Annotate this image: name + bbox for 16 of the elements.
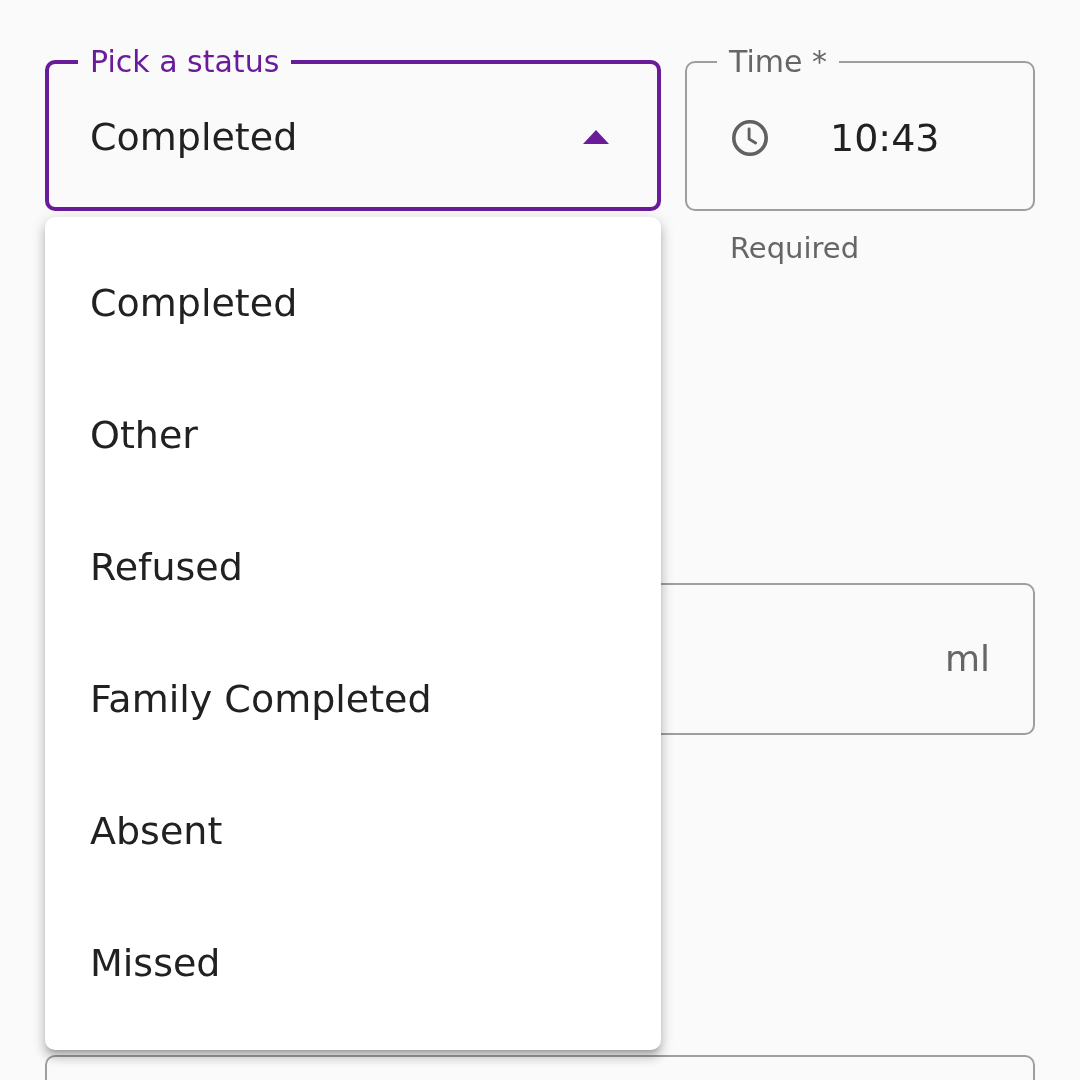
select-value: Completed [90,115,298,159]
input-field[interactable] [45,1055,1035,1080]
menu-option[interactable]: Refused [90,545,243,589]
menu-option[interactable]: Absent [90,809,223,853]
menu-option[interactable]: Other [90,413,198,457]
menu-option[interactable]: Family Completed [90,677,432,721]
field-label: Pick a status [89,46,281,78]
clock-icon [732,120,768,156]
unit-label: ml [944,638,990,680]
field-label: Time * [728,46,828,78]
helper-text: Required [730,231,860,265]
menu-option[interactable]: Completed [90,281,298,325]
status-select[interactable]: Pick a status Completed [45,46,661,211]
time-field[interactable]: Time * 10:43 [685,46,1035,211]
time-value: 10:43 [830,116,940,160]
menu-option[interactable]: Missed [90,941,221,985]
